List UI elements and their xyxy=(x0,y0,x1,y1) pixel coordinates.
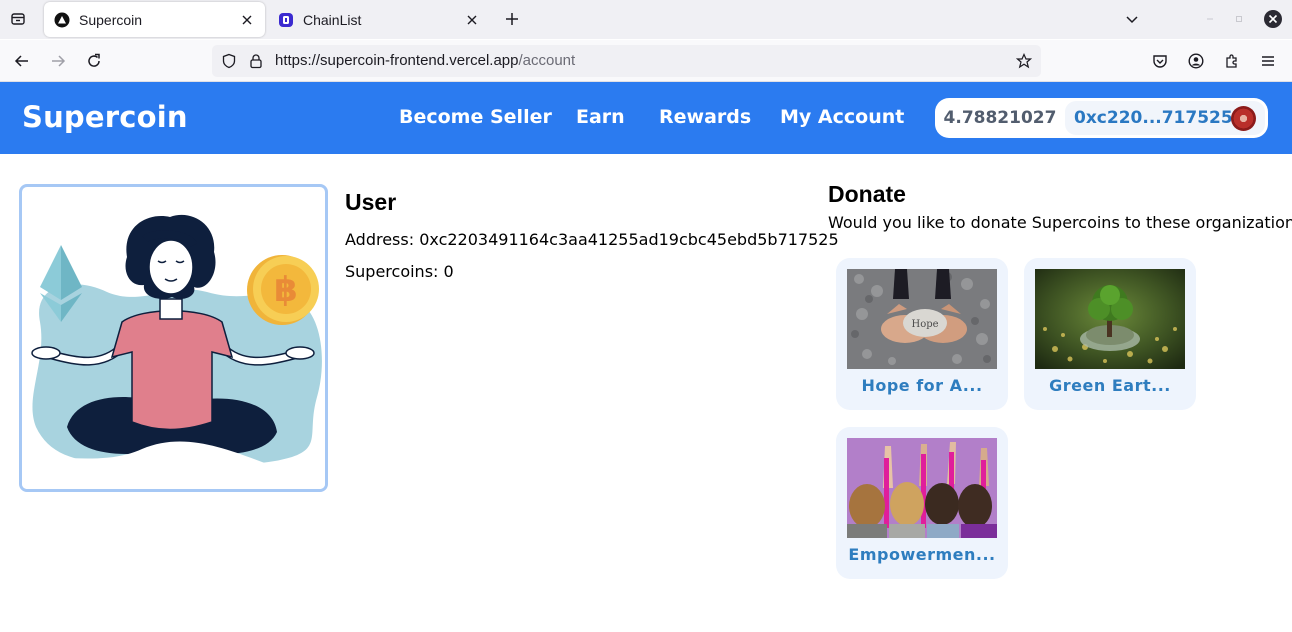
shield-icon[interactable] xyxy=(221,53,237,69)
org-card[interactable]: Empowermen... xyxy=(836,427,1008,579)
tab-list-icon[interactable] xyxy=(6,8,30,30)
org-name: Hope for A... xyxy=(861,376,983,395)
reload-icon[interactable] xyxy=(82,49,106,73)
pocket-icon[interactable] xyxy=(1148,49,1172,73)
chainlist-favicon xyxy=(279,12,293,27)
menu-icon[interactable] xyxy=(1256,49,1280,73)
browser-toolbar: https://supercoin-frontend.vercel.app/ac… xyxy=(0,40,1292,82)
back-icon[interactable] xyxy=(10,49,34,73)
browser-tab-bar: Supercoin ChainList xyxy=(0,0,1292,39)
minimize-icon[interactable] xyxy=(1199,8,1221,30)
plus-icon[interactable] xyxy=(500,8,524,30)
close-icon[interactable] xyxy=(239,12,255,28)
nav-become-seller[interactable]: Become Seller xyxy=(399,106,552,128)
lock-icon[interactable] xyxy=(248,53,264,69)
url-host: https://supercoin-frontend.vercel.app xyxy=(275,52,519,69)
user-heading: User xyxy=(345,189,397,215)
url-path: /account xyxy=(518,52,576,69)
extensions-icon[interactable] xyxy=(1220,49,1244,73)
supercoins-value: 0 xyxy=(443,262,454,281)
org-image xyxy=(847,438,997,538)
address-label: Address: xyxy=(345,230,415,249)
brand-logo[interactable]: Supercoin xyxy=(22,100,188,134)
account-icon[interactable] xyxy=(1184,49,1208,73)
star-icon[interactable] xyxy=(1016,53,1032,69)
forward-icon[interactable] xyxy=(46,49,70,73)
url-text[interactable]: https://supercoin-frontend.vercel.app/ac… xyxy=(275,52,575,69)
org-image xyxy=(1035,269,1185,369)
tab-title: ChainList xyxy=(303,11,362,28)
window-close-icon[interactable] xyxy=(1262,8,1284,30)
site-header: Supercoin Become Seller Earn Rewards My … xyxy=(0,82,1292,154)
svg-text:฿: ฿ xyxy=(274,270,298,310)
address-value: 0xc2203491164c3aa41255ad19cbc45ebd5b7175… xyxy=(419,230,839,249)
supercoin-favicon xyxy=(54,12,70,27)
user-address: Address: 0xc2203491164c3aa41255ad19cbc45… xyxy=(345,230,839,249)
donate-subtitle: Would you like to donate Supercoins to t… xyxy=(828,213,1292,232)
tab-chainlist[interactable]: ChainList xyxy=(268,2,490,37)
user-supercoins: Supercoins: 0 xyxy=(345,262,454,281)
nav-my-account[interactable]: My Account xyxy=(780,106,904,128)
donate-heading: Donate xyxy=(828,181,906,207)
supercoins-label: Supercoins: xyxy=(345,262,439,281)
close-icon[interactable] xyxy=(464,12,480,28)
org-name: Green Eart... xyxy=(1049,376,1171,395)
chevron-down-icon[interactable] xyxy=(1121,8,1143,30)
tab-title: Supercoin xyxy=(79,11,143,28)
org-card[interactable]: Green Eart... xyxy=(1024,258,1196,410)
org-card[interactable]: Hope Hope for A... xyxy=(836,258,1008,410)
url-bar[interactable]: https://supercoin-frontend.vercel.app/ac… xyxy=(212,45,1041,77)
org-image: Hope xyxy=(847,269,997,369)
maximize-icon[interactable] xyxy=(1228,8,1250,30)
org-name: Empowermen... xyxy=(848,545,996,564)
hope-stone-label: Hope xyxy=(911,319,938,330)
wallet-balance: 4.78821027 xyxy=(943,108,1057,128)
wallet-button[interactable]: 4.78821027 0xc220...717525 xyxy=(935,98,1268,138)
tab-supercoin[interactable]: Supercoin xyxy=(44,2,265,37)
nav-earn[interactable]: Earn xyxy=(576,106,625,128)
wallet-address-text: 0xc220...717525 xyxy=(1074,108,1233,128)
nav-rewards[interactable]: Rewards xyxy=(659,106,751,128)
wallet-avatar xyxy=(1231,106,1256,131)
profile-illustration: ฿ xyxy=(19,184,328,492)
